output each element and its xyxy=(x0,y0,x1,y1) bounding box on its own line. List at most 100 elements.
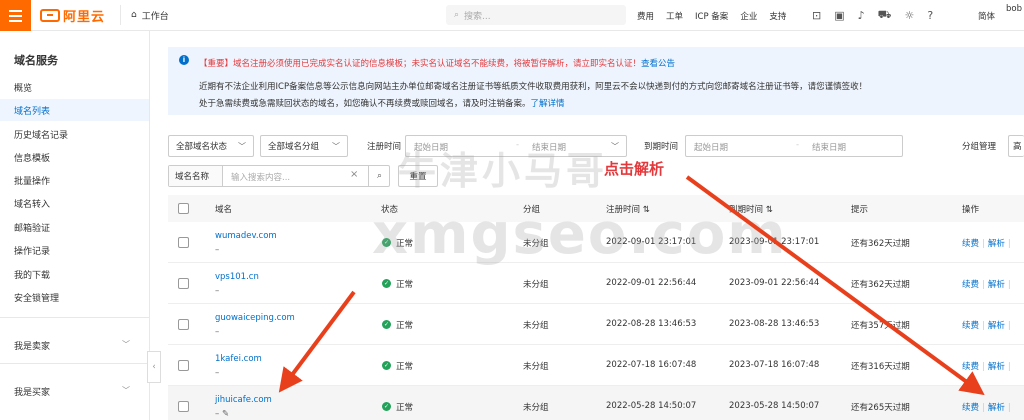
sort-icon: ⇅ xyxy=(642,205,650,215)
sidebar-item-history[interactable]: 历史域名记录 xyxy=(14,128,68,141)
row-checkbox[interactable] xyxy=(178,360,189,371)
sidebar-item-downloads[interactable]: 我的下载 xyxy=(14,268,50,281)
expiry-tip-text: 还有362天过期 xyxy=(851,239,910,249)
resolve-link[interactable]: 解析 xyxy=(988,280,1005,290)
col-tip: 提示 xyxy=(851,205,869,215)
sidebar-item-overview[interactable]: 概览 xyxy=(14,81,32,94)
cart-icon[interactable]: ⛟ xyxy=(878,8,892,23)
sidebar-item-email-verify[interactable]: 邮箱验证 xyxy=(14,221,50,234)
exp-time-text: 2023-09-01 22:56:44 xyxy=(729,278,820,288)
resolve-link[interactable]: 解析 xyxy=(988,321,1005,331)
group-manage-select[interactable]: 高 xyxy=(1008,135,1024,157)
col-domain: 域名 xyxy=(215,205,233,215)
sidebar-group-seller[interactable]: 我是卖家 xyxy=(14,339,50,352)
expiry-tip-text: 还有362天过期 xyxy=(851,280,910,290)
notice-banner: i 【重要】域名注册必须使用已完成实名认证的信息模板；未实名认证域名不能续费，将… xyxy=(168,47,1024,115)
nav-item-billing[interactable]: 费用 xyxy=(637,10,654,22)
table-row: guowaiceping.com – ✓ 正常 未分组 2022-08-28 13:46:… xyxy=(168,304,1024,345)
reset-button[interactable]: 重置 xyxy=(398,165,438,187)
nav-item-tickets[interactable]: 工单 xyxy=(666,10,683,22)
exp-date-range-picker[interactable]: 起始日期 - 结束日期 xyxy=(685,135,903,157)
console-icon[interactable]: ⊡ xyxy=(812,9,821,22)
col-exp-time[interactable]: 到期时间 ⇅ xyxy=(729,203,773,215)
status-filter-select[interactable]: 全部域名状态 ﹀ xyxy=(168,135,254,157)
renew-link[interactable]: 续费 xyxy=(962,321,979,331)
renew-link[interactable]: 续费 xyxy=(962,362,979,372)
check-circle-icon: ✓ xyxy=(382,402,391,411)
nav-item-support[interactable]: 支持 xyxy=(769,10,786,22)
domain-link[interactable]: 1kafei.com xyxy=(215,354,262,364)
sort-icon: ⇅ xyxy=(765,205,773,215)
top-bar: 阿里云 ⌂ 工作台 ⌕ 搜索... 费用 工单 ICP 备案 企业 支持 ⊡ ▣… xyxy=(0,0,1024,31)
domain-link[interactable]: guowaiceping.com xyxy=(215,313,295,323)
resolve-link[interactable]: 解析 xyxy=(988,403,1005,413)
sidebar-item-batch[interactable]: 批量操作 xyxy=(14,174,50,187)
check-circle-icon: ✓ xyxy=(382,279,391,288)
workbench-button[interactable]: ⌂ 工作台 xyxy=(120,5,196,25)
sidebar-item-operation-log[interactable]: 操作记录 xyxy=(14,244,50,257)
row-actions: 续费 | 解析 | xyxy=(962,280,1011,290)
reg-time-text: 2022-08-28 13:46:53 xyxy=(606,319,697,329)
renew-link[interactable]: 续费 xyxy=(962,280,979,290)
reg-date-range-picker[interactable]: 起始日期 - 结束日期 ﹀ xyxy=(405,135,627,157)
language-switch[interactable]: 简体 xyxy=(978,10,995,22)
bulb-icon[interactable]: ☼ xyxy=(905,9,915,22)
chevron-down-icon[interactable]: ﹀ xyxy=(122,339,130,350)
aliyun-logo-icon xyxy=(40,9,60,22)
sidebar-item-templates[interactable]: 信息模板 xyxy=(14,151,50,164)
reg-time-text: 2022-09-01 23:17:01 xyxy=(606,237,697,247)
nav-item-icp[interactable]: ICP 备案 xyxy=(695,10,728,22)
row-checkbox[interactable] xyxy=(178,319,189,330)
global-search-input[interactable]: ⌕ 搜索... xyxy=(446,5,626,25)
expiry-tip-text: 还有316天过期 xyxy=(851,362,910,372)
chevron-down-icon: ﹀ xyxy=(332,142,340,151)
notice-line-important: 【重要】域名注册必须使用已完成实名认证的信息模板；未实名认证域名不能续费，将被暂… xyxy=(199,59,676,69)
domain-link[interactable]: vps101.cn xyxy=(215,272,259,282)
exp-time-text: 2023-09-01 23:17:01 xyxy=(729,237,820,247)
row-actions: 续费 | 解析 | xyxy=(962,321,1011,331)
domain-name-input[interactable]: 输入搜索内容... xyxy=(231,171,290,183)
status-text: 正常 xyxy=(396,403,414,413)
row-checkbox[interactable] xyxy=(178,401,189,412)
col-reg-time[interactable]: 注册时间 ⇅ xyxy=(606,203,650,215)
status-text: 正常 xyxy=(396,280,414,290)
terminal-icon[interactable]: ▣ xyxy=(834,9,844,22)
sidebar-item-security-lock[interactable]: 安全锁管理 xyxy=(14,291,59,304)
exp-time-text: 2023-07-18 16:07:48 xyxy=(729,360,820,370)
group-text: 未分组 xyxy=(523,280,549,290)
chevron-down-icon[interactable]: ﹀ xyxy=(122,385,130,396)
search-button[interactable]: ⌕ xyxy=(368,166,390,186)
domain-link[interactable]: wumadev.com xyxy=(215,231,277,241)
renew-link[interactable]: 续费 xyxy=(962,239,979,249)
domain-link[interactable]: jihuicafe.com xyxy=(215,395,272,405)
row-checkbox[interactable] xyxy=(178,278,189,289)
edit-icon[interactable]: ✎ xyxy=(222,409,229,419)
resolve-link[interactable]: 解析 xyxy=(988,239,1005,249)
table-header: 域名 状态 分组 注册时间 ⇅ 到期时间 ⇅ 提示 操作 xyxy=(168,195,1024,222)
renew-link[interactable]: 续费 xyxy=(962,403,979,413)
view-announcement-link[interactable]: 查看公告 xyxy=(641,59,675,69)
select-all-checkbox[interactable] xyxy=(178,203,189,214)
reg-time-label: 注册时间 xyxy=(367,142,402,152)
aliyun-logo[interactable]: 阿里云 xyxy=(40,7,105,25)
hamburger-menu-button[interactable] xyxy=(0,0,31,31)
bell-icon[interactable]: ♪ xyxy=(858,9,865,22)
user-account[interactable]: bob xyxy=(1006,4,1022,14)
col-status: 状态 xyxy=(381,205,399,215)
nav-item-enterprise[interactable]: 企业 xyxy=(740,10,757,22)
group-text: 未分组 xyxy=(523,321,549,331)
sidebar-group-buyer[interactable]: 我是买家 xyxy=(14,385,50,398)
learn-more-link[interactable]: 了解详情 xyxy=(531,99,565,109)
resolve-link[interactable]: 解析 xyxy=(988,362,1005,372)
exp-time-text: 2023-05-28 14:50:07 xyxy=(729,401,820,411)
group-filter-select[interactable]: 全部域名分组 ﹀ xyxy=(260,135,348,157)
domain-name-search: 域名名称 输入搜索内容... × ⌕ xyxy=(168,165,390,187)
chevron-left-icon: ‹ xyxy=(152,362,156,372)
sidebar-item-transfer-in[interactable]: 域名转入 xyxy=(14,197,50,210)
sidebar-item-domain-list[interactable]: 域名列表 xyxy=(14,104,50,117)
sidebar-collapse-button[interactable]: ‹ xyxy=(147,351,161,383)
row-checkbox[interactable] xyxy=(178,237,189,248)
search-icon: ⌕ xyxy=(376,171,383,181)
clear-icon[interactable]: × xyxy=(350,169,358,180)
help-icon[interactable]: ? xyxy=(927,9,933,22)
